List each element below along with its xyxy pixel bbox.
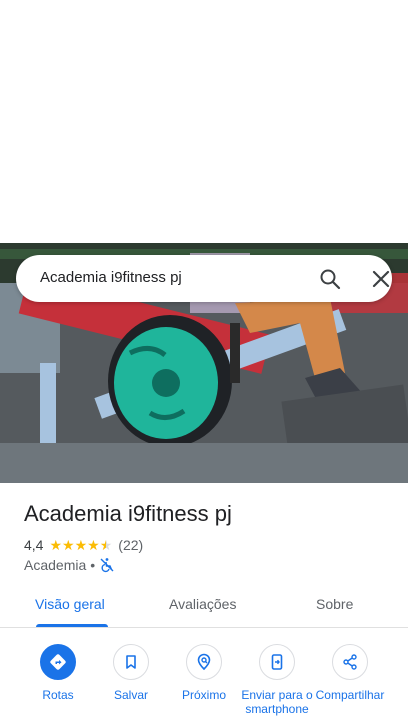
star-icon: ★ xyxy=(49,537,63,553)
half-star-icon: ★ xyxy=(99,537,113,553)
star-icon: ★ xyxy=(87,537,100,553)
share-button[interactable]: Compartilhar xyxy=(310,640,390,702)
search-icon[interactable] xyxy=(318,267,342,291)
search-input[interactable]: Academia i9fitness pj xyxy=(40,269,182,286)
send-to-phone-button[interactable]: Enviar para o smartphone xyxy=(237,640,317,716)
save-button[interactable]: Salvar xyxy=(91,640,171,702)
category-row: Academia • xyxy=(24,556,115,574)
tab-overview[interactable]: Visão geral xyxy=(35,596,105,612)
nearby-label: Próximo xyxy=(181,688,226,702)
review-count[interactable]: (22) xyxy=(118,537,143,553)
rating-row[interactable]: 4,4 ★ ★ ★ ★ ★ (22) xyxy=(24,536,143,554)
place-title: Academia i9fitness pj xyxy=(24,501,232,526)
bookmark-icon[interactable] xyxy=(113,644,149,680)
action-buttons: Rotas Salvar Próximo Enviar para o smart… xyxy=(0,640,408,726)
place-tabs: Visão geral Avaliações Sobre xyxy=(0,584,408,628)
separator-dot: • xyxy=(90,557,96,573)
star-icon: ★ xyxy=(62,537,75,553)
star-icon: ★ xyxy=(74,537,88,553)
send-to-phone-label: Enviar para o smartphone xyxy=(241,688,313,716)
share-icon[interactable] xyxy=(332,644,368,680)
send-to-phone-icon[interactable] xyxy=(259,644,295,680)
nearby-icon[interactable] xyxy=(186,644,222,680)
share-label: Compartilhar xyxy=(315,688,385,702)
rating-value: 4,4 xyxy=(24,537,44,553)
nearby-button[interactable]: Próximo xyxy=(164,640,244,702)
tab-reviews[interactable]: Avaliações xyxy=(169,596,236,612)
no-wheelchair-access-icon[interactable] xyxy=(99,557,115,573)
category-label: Academia xyxy=(24,557,87,573)
map-blank-area xyxy=(0,0,408,243)
tab-about[interactable]: Sobre xyxy=(316,596,353,612)
star-rating: ★ ★ ★ ★ ★ xyxy=(49,538,112,552)
close-icon[interactable] xyxy=(369,267,393,291)
directions-button[interactable]: Rotas xyxy=(18,640,98,702)
directions-icon[interactable] xyxy=(40,644,76,680)
save-label: Salvar xyxy=(113,688,148,702)
active-tab-indicator xyxy=(36,624,108,627)
search-bar[interactable]: Academia i9fitness pj xyxy=(16,255,392,302)
directions-label: Rotas xyxy=(42,688,74,702)
